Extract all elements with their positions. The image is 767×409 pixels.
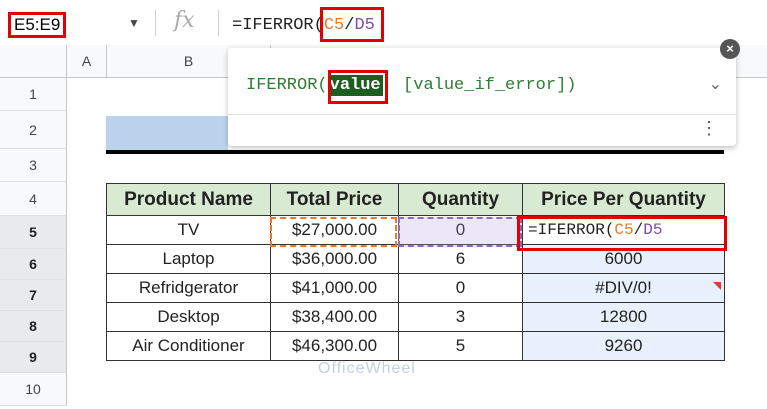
table-header-row: Product Name Total Price Quantity Price … <box>106 183 725 216</box>
watermark: OfficeWheel <box>318 360 416 377</box>
row-header-4[interactable]: 4 <box>0 182 67 216</box>
argument-rest: , [value_if_error]) <box>382 76 577 95</box>
row-header-6[interactable]: 6 <box>0 249 67 280</box>
formula-bar: E5:E9 ▼ fx =IFERROR(C5/D5 <box>0 0 767 46</box>
formula-prefix: =IFERROR( <box>232 16 324 35</box>
header-price-per-quantity[interactable]: Price Per Quantity <box>522 183 725 216</box>
fx-icon: fx <box>174 8 195 33</box>
row-header-5[interactable]: 5 <box>0 216 67 249</box>
cell-total-price[interactable]: $38,400.00 <box>270 302 399 332</box>
cell-quantity[interactable]: 3 <box>398 302 523 332</box>
chevron-down-icon[interactable]: ▼ <box>128 16 140 30</box>
close-icon[interactable]: × <box>720 39 740 59</box>
cell-price-per-quantity[interactable]: 9260 <box>522 331 725 361</box>
row-header-1[interactable]: 1 <box>0 78 67 111</box>
header-quantity[interactable]: Quantity <box>398 183 523 216</box>
divider <box>228 114 736 115</box>
title-underline <box>106 150 724 154</box>
row-header-3[interactable]: 3 <box>0 149 67 182</box>
table-row: Refridgerator $41,000.00 0 #DIV/0! <box>106 273 725 303</box>
reference-range-d5 <box>398 217 522 247</box>
function-help-tooltip: IFERROR(value, [value_if_error]) ⌄ ⋮ <box>228 48 736 146</box>
row-header-10[interactable]: 10 <box>0 373 67 406</box>
cell-product[interactable]: Laptop <box>106 244 271 274</box>
function-name: IFERROR( <box>246 76 328 95</box>
cell-price-per-quantity[interactable]: 12800 <box>522 302 725 332</box>
chevron-down-icon[interactable]: ⌄ <box>709 74 722 94</box>
data-table: Product Name Total Price Quantity Price … <box>106 183 725 361</box>
cell-total-price[interactable]: $46,300.00 <box>270 331 399 361</box>
title-band <box>106 116 228 150</box>
cell-product[interactable]: Desktop <box>106 302 271 332</box>
row-header-8[interactable]: 8 <box>0 311 67 342</box>
cell-total-price[interactable]: $41,000.00 <box>270 273 399 303</box>
header-product-name[interactable]: Product Name <box>106 183 271 216</box>
row-header-9[interactable]: 9 <box>0 342 67 373</box>
error-flag-icon[interactable] <box>713 282 721 290</box>
function-signature: IFERROR(value, [value_if_error]) <box>246 75 577 96</box>
divider <box>218 10 219 36</box>
highlight-box <box>320 7 384 42</box>
row-header-2[interactable]: 2 <box>0 111 67 149</box>
cell-product[interactable]: Air Conditioner <box>106 331 271 361</box>
cell-product[interactable]: Refridgerator <box>106 273 271 303</box>
more-options-icon[interactable]: ⋮ <box>700 119 718 137</box>
header-total-price[interactable]: Total Price <box>270 183 399 216</box>
row-header-7[interactable]: 7 <box>0 280 67 311</box>
table-row: Desktop $38,400.00 3 12800 <box>106 302 725 332</box>
cell-quantity[interactable]: 5 <box>398 331 523 361</box>
table-row: Air Conditioner $46,300.00 5 9260 <box>106 331 725 361</box>
cell-quantity[interactable]: 0 <box>398 273 523 303</box>
cell-quantity[interactable]: 6 <box>398 244 523 274</box>
name-box[interactable]: E5:E9 <box>8 12 66 38</box>
cell-total-price[interactable]: $36,000.00 <box>270 244 399 274</box>
column-header-a[interactable]: A <box>67 45 107 77</box>
highlight-box <box>517 216 727 251</box>
select-all-corner[interactable] <box>0 45 67 77</box>
cell-product[interactable]: TV <box>106 215 271 245</box>
cell-price-per-quantity[interactable]: #DIV/0! <box>522 273 725 303</box>
reference-range-c5 <box>270 217 397 247</box>
highlight-box <box>328 70 388 104</box>
divider <box>155 10 156 36</box>
